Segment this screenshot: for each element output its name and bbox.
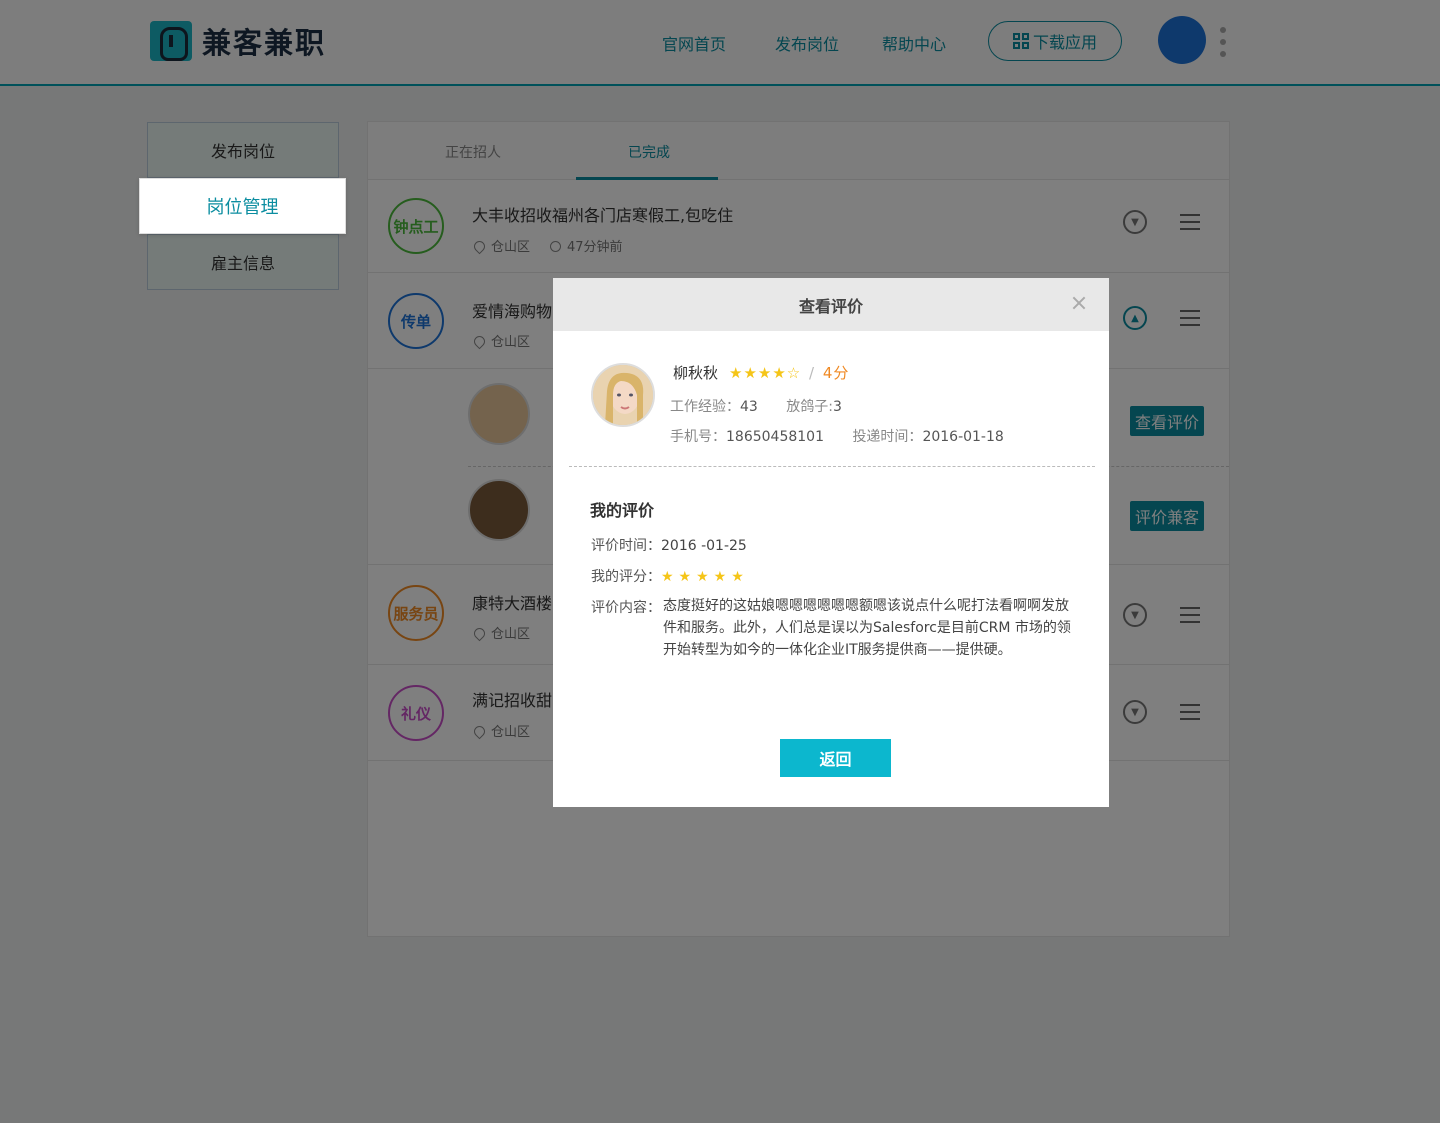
candidate-name: 柳秋秋 [673, 364, 719, 382]
modal-header: 查看评价 [553, 278, 1109, 331]
star-icons-filled: ★★★★ [729, 364, 787, 382]
star-icon-empty: ☆ [786, 364, 802, 382]
experience-value: 43 [740, 399, 758, 415]
review-star-icons: ★★★★★ [661, 569, 749, 585]
review-time-row: 评价时间：2016 -01-25 [591, 535, 747, 555]
section-divider [569, 466, 1095, 467]
experience-label: 工作经验： [670, 399, 740, 415]
my-review-title: 我的评价 [590, 501, 655, 520]
modal-title: 查看评价 [798, 296, 863, 316]
review-content: 态度挺好的这姑娘嗯嗯嗯嗯嗯嗯额嗯该说点什么呢打法看啊啊发放件和服务。此外，人们总… [663, 598, 1071, 658]
rating-slash: / [809, 364, 816, 382]
no-show-value: 3 [833, 399, 842, 415]
review-score-row: 我的评分：★★★★★ [591, 566, 749, 586]
review-time-label: 评价时间： [591, 538, 661, 554]
candidate-rating: ★★★★☆ / 4分 [729, 362, 849, 383]
phone-label: 手机号： [670, 429, 726, 445]
review-score-label: 我的评分： [591, 569, 661, 585]
review-time-value: 2016 -01-25 [661, 538, 747, 554]
sidebar-item-job-management[interactable]: 岗位管理 [139, 178, 346, 234]
review-content-label: 评价内容： [591, 600, 661, 616]
no-show-label: 放鸽子: [786, 399, 833, 415]
return-button[interactable]: 返回 [780, 739, 891, 777]
apply-time-value: 2016-01-18 [922, 429, 1004, 445]
close-icon[interactable] [1069, 293, 1089, 313]
candidate-score: 4分 [822, 364, 850, 382]
apply-time-label: 投递时间： [852, 429, 923, 445]
candidate-photo [591, 363, 655, 427]
phone-value: 18650458101 [726, 429, 824, 445]
candidate-experience-line: 工作经验：43 放鸽子:3 [670, 396, 866, 416]
candidate-contact-line: 手机号：18650458101 投递时间：2016-01-18 [670, 426, 1028, 446]
review-modal: 查看评价 柳秋秋 ★★★★☆ / 4分 工作经验：43 放鸽子:3 手机号：18… [553, 278, 1109, 807]
